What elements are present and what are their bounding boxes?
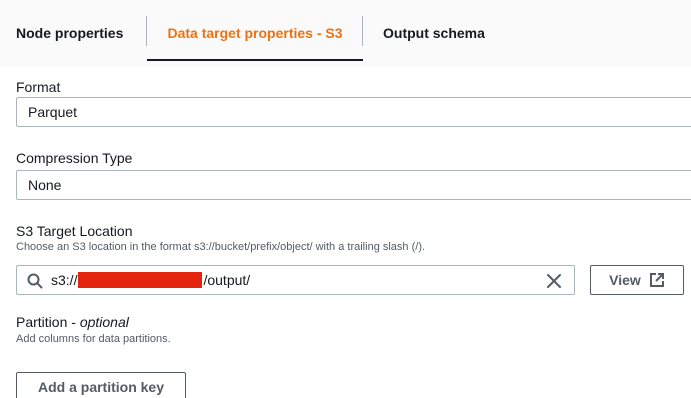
active-tab-indicator bbox=[147, 59, 363, 61]
redacted-bucket-name bbox=[78, 272, 203, 288]
search-icon bbox=[27, 273, 43, 289]
tab-bar: Node properties Data target properties -… bbox=[0, 0, 691, 66]
tab-label: Output schema bbox=[383, 25, 485, 41]
view-button[interactable]: View bbox=[590, 265, 684, 295]
tab-output-schema[interactable]: Output schema bbox=[383, 0, 485, 66]
add-partition-key-label: Add a partition key bbox=[37, 379, 165, 395]
partition-description: Add columns for data partitions. bbox=[16, 333, 171, 345]
s3-target-location-description: Choose an S3 location in the format s3:/… bbox=[16, 241, 426, 253]
compression-type-label: Compression Type bbox=[16, 150, 133, 166]
compression-type-value: None bbox=[28, 177, 62, 193]
close-icon[interactable] bbox=[546, 273, 562, 289]
external-link-icon bbox=[649, 273, 664, 287]
s3-location-value[interactable]: s3:// /output/ bbox=[51, 272, 250, 288]
partition-label-text: Partition - bbox=[16, 314, 80, 330]
add-partition-key-button[interactable]: Add a partition key bbox=[16, 372, 186, 398]
tab-label: Data target properties - S3 bbox=[167, 25, 343, 41]
s3-location-input[interactable]: s3:// /output/ bbox=[16, 265, 575, 295]
partition-label: Partition - optional bbox=[16, 314, 129, 330]
s3-location-suffix: /output/ bbox=[203, 272, 251, 288]
tab-label: Node properties bbox=[16, 25, 124, 41]
s3-target-location-label: S3 Target Location bbox=[16, 223, 133, 239]
s3-location-prefix: s3:// bbox=[51, 272, 78, 288]
partition-label-optional: optional bbox=[79, 314, 129, 330]
format-label: Format bbox=[16, 79, 61, 95]
tab-divider bbox=[362, 16, 363, 46]
compression-type-select[interactable]: None bbox=[16, 170, 691, 200]
tab-data-target-properties[interactable]: Data target properties - S3 bbox=[147, 0, 363, 66]
tab-node-properties[interactable]: Node properties bbox=[16, 0, 123, 66]
view-button-label: View bbox=[609, 272, 641, 288]
format-select[interactable]: Parquet bbox=[16, 97, 691, 127]
format-value: Parquet bbox=[28, 104, 78, 120]
